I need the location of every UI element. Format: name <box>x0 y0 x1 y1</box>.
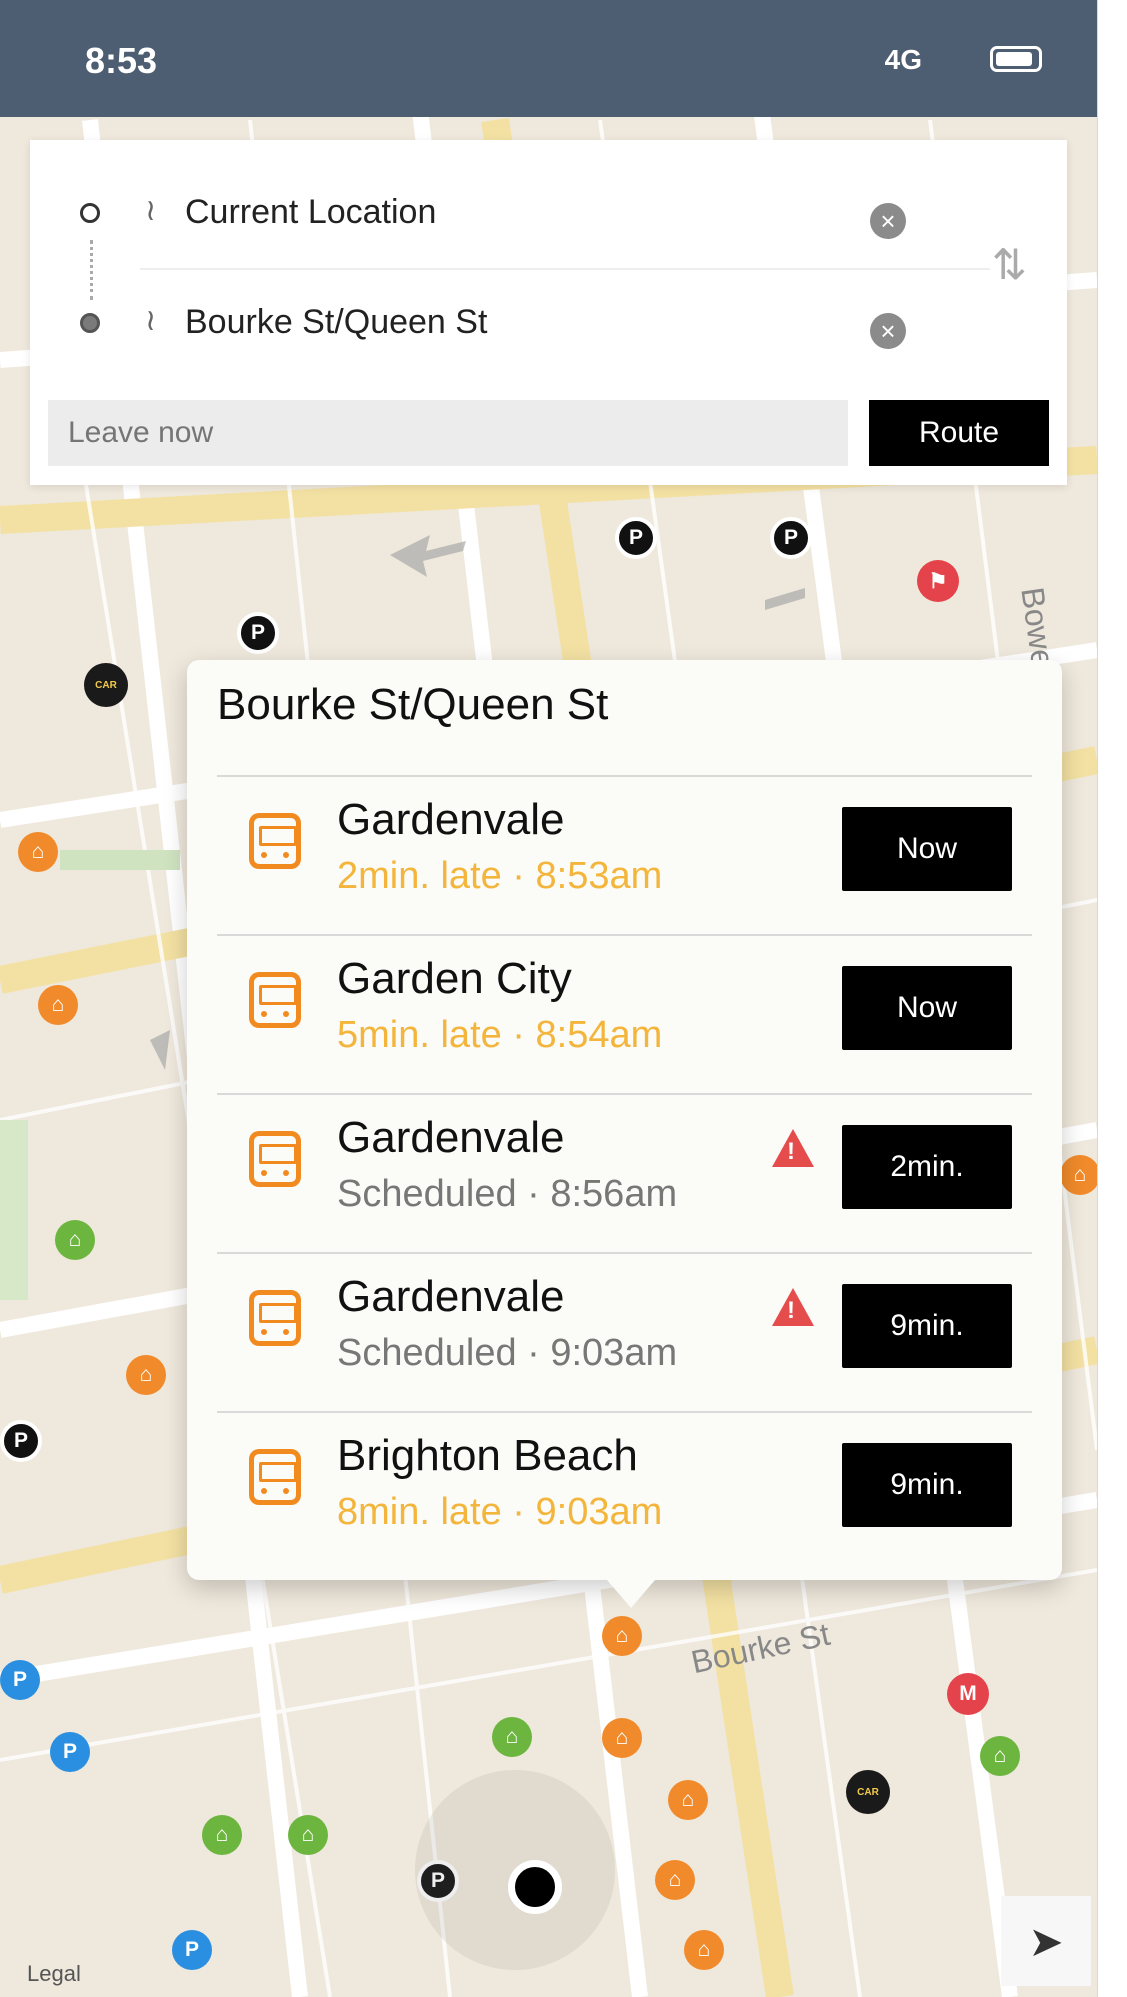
warning-icon[interactable] <box>772 1288 814 1326</box>
tram-stop-icon[interactable]: ⌂ <box>126 1355 166 1395</box>
tram-stop-icon[interactable]: ⌂ <box>684 1930 724 1970</box>
departure-time-button[interactable]: Now <box>842 807 1012 891</box>
clear-origin-icon[interactable]: × <box>870 203 906 239</box>
departure-info: Scheduled · 8:56am <box>337 1173 678 1215</box>
tram-stop-icon[interactable]: ⌂ <box>602 1718 642 1758</box>
location-arrow-icon: ➤ <box>1028 1917 1064 1965</box>
signal-indicator: 4G <box>884 44 922 75</box>
departure-row[interactable]: Brighton Beach 8min. late · 9:03am 9min. <box>217 1411 1032 1570</box>
tram-icon <box>249 813 301 869</box>
departure-info: 2min. late · 8:53am <box>337 855 663 897</box>
departure-name: Garden City <box>337 954 572 1003</box>
car-park-icon[interactable]: CAR <box>846 1770 890 1814</box>
leave-time-field[interactable] <box>48 400 848 466</box>
tram-stop-icon[interactable]: ⌂ <box>655 1860 695 1900</box>
departure-name: Gardenvale <box>337 1272 565 1321</box>
current-location-dot <box>508 1860 562 1914</box>
tram-icon <box>249 1449 301 1505</box>
departure-time-button[interactable]: 2min. <box>842 1125 1012 1209</box>
stop-departures-card: Bourke St/Queen St Gardenvale 2min. late … <box>187 660 1062 1608</box>
search-divider <box>140 268 990 270</box>
destination-row[interactable]: ≀ Bourke St/Queen St × <box>30 285 1067 365</box>
tram-stop-icon[interactable]: ⌂ <box>18 832 58 872</box>
drag-handle-icon[interactable]: ≀ <box>145 303 156 338</box>
origin-row[interactable]: ≀ Current Location × <box>30 175 1067 255</box>
origin-field[interactable]: Current Location <box>185 193 436 232</box>
departure-time-button[interactable]: Now <box>842 966 1012 1050</box>
destination-field[interactable]: Bourke St/Queen St <box>185 303 487 342</box>
origin-dot-icon <box>80 203 100 223</box>
legal-link[interactable]: Legal <box>27 1961 81 1987</box>
departure-info: 5min. late · 8:54am <box>337 1014 663 1056</box>
departure-time-button[interactable]: 9min. <box>842 1443 1012 1527</box>
leave-time-input[interactable] <box>48 400 848 466</box>
status-time: 8:53 <box>85 40 158 81</box>
tram-stop-icon[interactable]: ⌂ <box>38 985 78 1025</box>
train-stop-icon[interactable]: ⌂ <box>288 1815 328 1855</box>
departure-row[interactable]: Garden City 5min. late · 8:54am Now <box>217 934 1032 1093</box>
train-stop-icon[interactable]: ⌂ <box>202 1815 242 1855</box>
status-bar: 8:53 4G <box>0 0 1097 117</box>
swap-icon[interactable]: ⇅ <box>992 240 1027 289</box>
stop-title: Bourke St/Queen St <box>217 680 609 729</box>
route-button[interactable]: Route <box>869 400 1049 466</box>
bike-share-icon[interactable]: ⚑ <box>917 560 959 602</box>
parking-icon[interactable]: P <box>770 517 812 559</box>
tram-stop-icon[interactable]: ⌂ <box>1060 1155 1097 1195</box>
car-park-icon[interactable]: CAR <box>84 663 128 707</box>
train-stop-icon[interactable]: ⌂ <box>492 1717 532 1757</box>
bike-parking-icon[interactable]: P <box>172 1930 212 1970</box>
train-stop-icon[interactable]: ⌂ <box>980 1736 1020 1776</box>
clear-destination-icon[interactable]: × <box>870 313 906 349</box>
locate-me-button[interactable]: ➤ <box>1001 1896 1091 1986</box>
parking-icon[interactable]: P <box>237 612 279 654</box>
parking-icon[interactable]: P <box>615 517 657 559</box>
warning-icon[interactable] <box>772 1129 814 1167</box>
phone-screen: Bourke St Bowe P P P P P ⚑ CAR CAR ⌂ ⌂ ⌂… <box>0 0 1098 1997</box>
tram-icon <box>249 972 301 1028</box>
tram-stop-icon[interactable]: ⌂ <box>668 1780 708 1820</box>
tram-icon <box>249 1131 301 1187</box>
bike-parking-icon[interactable]: P <box>50 1732 90 1772</box>
departure-info: Scheduled · 9:03am <box>337 1332 678 1374</box>
departure-row[interactable]: Gardenvale Scheduled · 8:56am 2min. <box>217 1093 1032 1252</box>
departure-row[interactable]: Gardenvale 2min. late · 8:53am Now <box>217 775 1032 934</box>
departure-list: Gardenvale 2min. late · 8:53am Now Garden C… <box>217 775 1032 1570</box>
departure-info: 8min. late · 9:03am <box>337 1491 663 1533</box>
bike-parking-icon[interactable]: P <box>0 1660 40 1700</box>
departure-name: Gardenvale <box>337 1113 565 1162</box>
drag-handle-icon[interactable]: ≀ <box>145 193 156 228</box>
departure-time-button[interactable]: 9min. <box>842 1284 1012 1368</box>
metro-icon[interactable]: M <box>947 1673 989 1715</box>
parking-icon[interactable]: P <box>0 1420 42 1462</box>
battery-icon <box>990 46 1042 72</box>
tram-stop-icon[interactable]: ⌂ <box>602 1616 642 1656</box>
departure-name: Brighton Beach <box>337 1431 638 1480</box>
tram-icon <box>249 1290 301 1346</box>
route-search-panel: ≀ Current Location × ≀ Bourke St/Queen S… <box>30 140 1067 485</box>
train-stop-icon[interactable]: ⌂ <box>55 1220 95 1260</box>
departure-name: Gardenvale <box>337 795 565 844</box>
destination-dot-icon <box>80 313 100 333</box>
departure-row[interactable]: Gardenvale Scheduled · 9:03am 9min. <box>217 1252 1032 1411</box>
